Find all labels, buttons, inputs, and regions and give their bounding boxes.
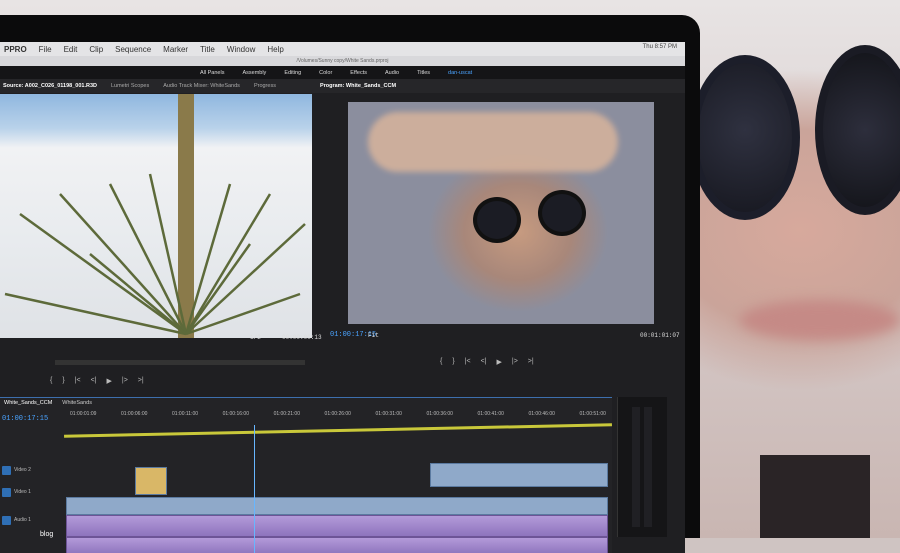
workspace-bar: All Panels Assembly Editing Color Effect… — [0, 66, 685, 79]
ruler-tick: 01:00:01:09 — [70, 411, 97, 417]
playhead[interactable] — [254, 425, 255, 553]
ruler-tick: 01:00:41:00 — [477, 411, 504, 417]
ruler-tick: 01:00:11:00 — [171, 411, 199, 417]
ruler-tick: 01:00:16:00 — [222, 411, 249, 417]
background-sunglasses-left — [690, 55, 800, 220]
workspace-assembly[interactable]: Assembly — [242, 70, 266, 76]
program-monitor-video[interactable] — [348, 102, 654, 324]
mark-out-button[interactable]: } — [62, 377, 64, 385]
step-back-button[interactable]: <| — [91, 377, 97, 385]
premiere-screen: PPRO File Edit Clip Sequence Marker Titl… — [0, 42, 685, 553]
sunglasses-lens-right — [538, 190, 586, 236]
tab-lumetri-scopes[interactable]: Lumetri Scopes — [111, 83, 149, 89]
track-header-v2: Video 2 — [0, 461, 64, 479]
video-clip[interactable] — [66, 497, 608, 515]
step-forward-button[interactable]: |> — [512, 358, 518, 366]
tab-sequence-whitesands[interactable]: WhiteSands — [62, 400, 92, 406]
program-duration: 00:01:01:07 — [640, 332, 680, 339]
play-button[interactable]: ▶ — [107, 377, 112, 385]
menu-sequence[interactable]: Sequence — [115, 45, 151, 54]
hands — [368, 112, 618, 172]
video-clip[interactable] — [135, 467, 167, 495]
audio-meters — [617, 397, 667, 537]
panel-tabs: Source: A002_C026_01198_001.R3D Lumetri … — [0, 79, 685, 93]
program-zoom[interactable]: Fit — [368, 332, 379, 339]
menu-app[interactable]: PPRO — [4, 45, 27, 54]
go-to-in-button[interactable]: |< — [465, 358, 471, 366]
menu-help[interactable]: Help — [267, 45, 283, 54]
workspace-effects[interactable]: Effects — [350, 70, 367, 76]
ruler-tick: 01:00:06:00 — [120, 411, 148, 417]
track-label: Audio 1 — [14, 517, 31, 523]
status-clock: Thu 8:57 PM — [642, 44, 677, 50]
source-timecode: 00:00:00:13 — [282, 334, 322, 341]
tab-audio-mixer[interactable]: Audio Track Mixer: WhiteSands — [163, 83, 240, 89]
track-target-button[interactable] — [2, 465, 11, 475]
workspace-editing[interactable]: Editing — [284, 70, 301, 76]
yucca-plant-image — [4, 94, 306, 338]
track-header-v1: Video 1 — [0, 483, 64, 501]
menu-file[interactable]: File — [39, 45, 52, 54]
video-clip[interactable] — [430, 463, 608, 487]
track-label: Video 2 — [14, 467, 31, 473]
go-to-out-button[interactable]: >| — [528, 358, 534, 366]
monitor-bezel: PPRO File Edit Clip Sequence Marker Titl… — [0, 15, 700, 553]
tab-program[interactable]: Program: White_Sands_CCM — [320, 83, 396, 89]
source-scrubber[interactable] — [55, 360, 305, 365]
menu-edit[interactable]: Edit — [64, 45, 78, 54]
mark-in-button[interactable]: { — [50, 377, 52, 385]
tab-progress[interactable]: Progress — [254, 83, 276, 89]
workspace-audio[interactable]: Audio — [385, 70, 399, 76]
source-monitor-video[interactable] — [0, 94, 312, 338]
tab-source[interactable]: Source: A002_C026_01198_001.R3D — [3, 83, 97, 89]
menu-marker[interactable]: Marker — [163, 45, 188, 54]
menu-bar: PPRO File Edit Clip Sequence Marker Titl… — [0, 42, 685, 56]
sunglasses-lens-left — [473, 197, 521, 243]
go-to-in-button[interactable]: |< — [75, 377, 81, 385]
watermark: blog — [40, 531, 54, 538]
step-back-button[interactable]: <| — [481, 358, 487, 366]
source-zoom[interactable]: 1/2 — [250, 334, 261, 341]
ruler-tick: 01:00:46:00 — [528, 411, 555, 417]
window-title: /Volumes/Sunny copy/White Sands.prproj — [0, 56, 685, 66]
menu-window[interactable]: Window — [227, 45, 255, 54]
source-transport: { } |< <| ▶ |> >| — [50, 377, 144, 385]
mark-in-button[interactable]: { — [440, 358, 442, 366]
monitor-stand — [760, 455, 870, 538]
go-to-out-button[interactable]: >| — [138, 377, 144, 385]
menu-clip[interactable]: Clip — [89, 45, 103, 54]
workspace-all-panels[interactable]: All Panels — [200, 70, 224, 76]
workspace-titles[interactable]: Titles — [417, 70, 430, 76]
timeline-timecode: 01:00:17:15 — [2, 415, 49, 423]
audio-clip[interactable] — [66, 537, 608, 553]
ruler-tick: 01:00:51:00 — [579, 411, 606, 417]
meter-left — [632, 407, 640, 527]
meter-right — [644, 407, 652, 527]
workspace-custom[interactable]: dan-uscat — [448, 70, 472, 76]
timeline-tabs: White_Sands_CCM WhiteSands — [0, 397, 612, 408]
background-lips — [740, 300, 900, 340]
track-label: Video 1 — [14, 489, 31, 495]
track-header-a1: Audio 1 — [0, 511, 64, 529]
track-target-button[interactable] — [2, 515, 11, 525]
mark-out-button[interactable]: } — [452, 358, 454, 366]
step-forward-button[interactable]: |> — [122, 377, 128, 385]
track-target-button[interactable] — [2, 487, 11, 497]
timeline-panel: White_Sands_CCM WhiteSands 01:00:17:15 0… — [0, 397, 612, 553]
workspace-color[interactable]: Color — [319, 70, 332, 76]
play-button[interactable]: ▶ — [497, 358, 502, 366]
audio-clip[interactable] — [66, 515, 608, 537]
tab-sequence-ccm[interactable]: White_Sands_CCM — [4, 400, 52, 406]
menu-title[interactable]: Title — [200, 45, 215, 54]
program-transport: { } |< <| ▶ |> >| — [440, 358, 534, 366]
